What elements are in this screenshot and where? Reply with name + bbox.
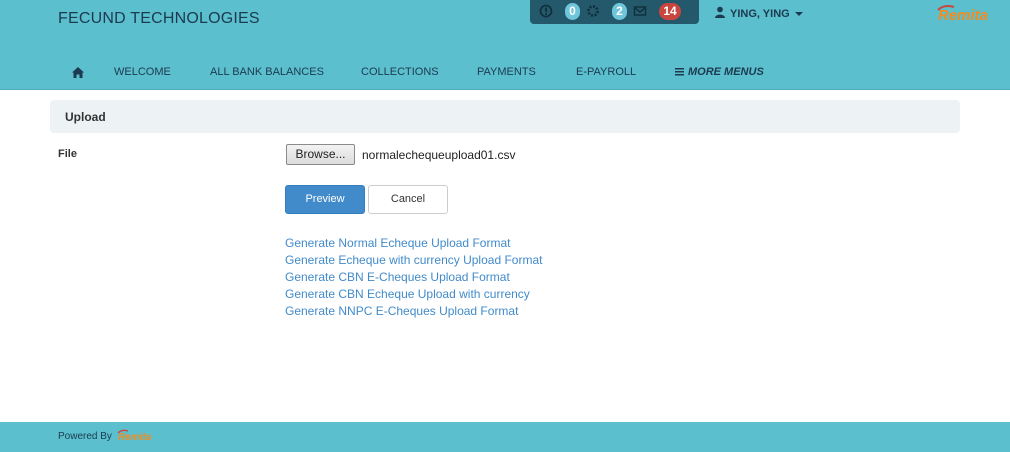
link-echeque-currency-format[interactable]: Generate Echeque with currency Upload Fo… [285,252,542,269]
company-name: FECUND TECHNOLOGIES [58,10,260,27]
user-icon [714,6,726,21]
browse-button[interactable]: Browse... [286,144,355,165]
nav-more-menus-label: MORE MENUS [688,66,764,78]
nav-all-bank-balances[interactable]: ALL BANK BALANCES [210,66,324,78]
panel-title: Upload [65,110,106,124]
link-cbn-echeques-format[interactable]: Generate CBN E-Cheques Upload Format [285,269,542,286]
link-cbn-echeque-currency-format[interactable]: Generate CBN Echeque Upload with currenc… [285,286,542,303]
nav-welcome[interactable]: WELCOME [114,66,171,78]
preview-button[interactable]: Preview [285,185,365,214]
upload-panel-header: Upload [50,100,960,133]
chevron-down-icon [794,11,803,16]
gear-icon[interactable] [586,4,600,18]
nav-collections[interactable]: COLLECTIONS [361,66,439,78]
cancel-button[interactable]: Cancel [368,185,448,214]
menu-bars-icon [675,67,684,79]
remita-footer-logo: Remita [117,429,159,446]
selected-file-name: normalechequeupload01.csv [362,148,516,162]
file-label: File [58,148,77,160]
svg-text:Remita: Remita [938,7,988,24]
nav-more-menus[interactable]: MORE MENUS [675,66,764,79]
link-nnpc-echeques-format[interactable]: Generate NNPC E-Cheques Upload Format [285,303,542,320]
format-links: Generate Normal Echeque Upload Format Ge… [285,235,542,320]
alerts-count-badge[interactable]: 0 [565,3,580,20]
envelope-icon[interactable] [633,4,647,18]
footer: Powered By Remita [0,422,1010,452]
nav-payments[interactable]: PAYMENTS [477,66,536,78]
alert-circle-icon[interactable] [539,4,553,18]
user-menu[interactable]: YING, YING [714,6,803,21]
top-header: FECUND TECHNOLOGIES 0 2 14 YING, YING Re… [0,0,1010,90]
link-normal-echeque-format[interactable]: Generate Normal Echeque Upload Format [285,235,542,252]
svg-text:Remita: Remita [118,432,152,443]
remita-logo: Remita [936,4,1002,27]
home-icon[interactable] [72,67,84,81]
main-nav: WELCOME ALL BANK BALANCES COLLECTIONS PA… [0,66,1010,84]
notification-bar: 0 2 14 [530,0,699,24]
user-name: YING, YING [730,7,790,20]
nav-e-payroll[interactable]: E-PAYROLL [576,66,636,78]
messages-count-badge[interactable]: 14 [659,3,681,20]
powered-by-text: Powered By [58,431,112,442]
tasks-count-badge[interactable]: 2 [612,3,627,20]
